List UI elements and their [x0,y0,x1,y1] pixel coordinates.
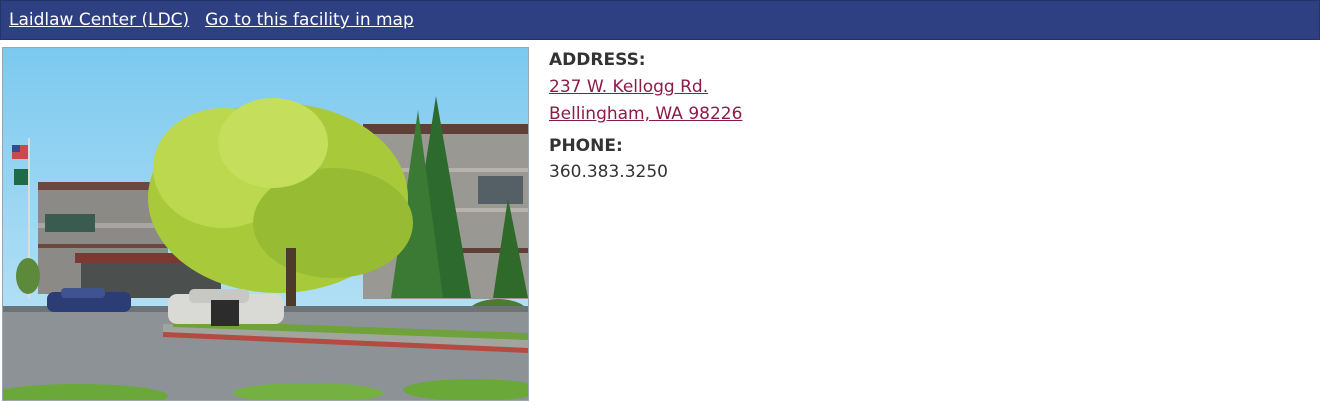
phone-label: PHONE: [549,136,623,156]
facility-photo [2,47,529,401]
facility-header-bar: Laidlaw Center (LDC) Go to this facility… [0,0,1320,40]
address-line1-link[interactable]: 237 W. Kellogg Rd. [549,74,742,101]
phone-number: 360.383.3250 [549,162,668,182]
facility-name-link[interactable]: Laidlaw Center (LDC) [9,10,189,30]
address-label: ADDRESS: [549,50,646,70]
address-line2-link[interactable]: Bellingham, WA 98226 [549,101,742,128]
map-link[interactable]: Go to this facility in map [205,10,414,30]
facility-photo-illustration [3,48,528,400]
facility-info: ADDRESS: 237 W. Kellogg Rd. Bellingham, … [549,50,742,185]
address-block: 237 W. Kellogg Rd. Bellingham, WA 98226 [549,74,742,128]
